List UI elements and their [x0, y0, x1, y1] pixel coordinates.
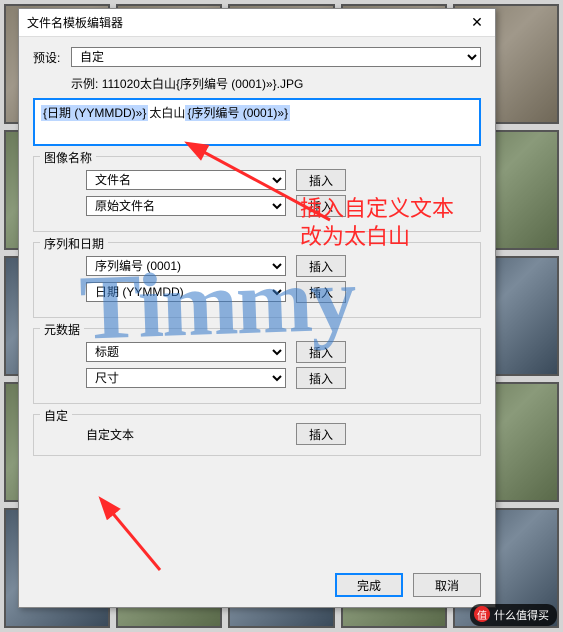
dimensions-select[interactable]: 尺寸: [86, 368, 286, 388]
template-input[interactable]: {日期 (YYMMDD)»}太白山{序列编号 (0001)»}: [33, 98, 481, 146]
cancel-button[interactable]: 取消: [413, 573, 481, 597]
group-image-name: 图像名称 文件名 插入 原始文件名 插入: [33, 156, 481, 232]
group-label: 图像名称: [40, 149, 96, 166]
close-icon[interactable]: ✕: [467, 14, 487, 31]
example-line: 示例: 111020太白山{序列编号 (0001)»}.JPG: [71, 75, 481, 92]
insert-button[interactable]: 插入: [296, 281, 346, 303]
title-select[interactable]: 标题: [86, 342, 286, 362]
insert-button[interactable]: 插入: [296, 367, 346, 389]
group-label: 序列和日期: [40, 235, 108, 252]
group-label: 元数据: [40, 321, 84, 338]
group-metadata: 元数据 标题 插入 尺寸 插入: [33, 328, 481, 404]
group-label: 自定: [40, 407, 72, 424]
preset-label: 预设:: [33, 49, 71, 66]
token-text: 太白山: [149, 106, 185, 120]
insert-button[interactable]: 插入: [296, 195, 346, 217]
filename-select[interactable]: 文件名: [86, 170, 286, 190]
original-filename-select[interactable]: 原始文件名: [86, 196, 286, 216]
insert-button[interactable]: 插入: [296, 255, 346, 277]
insert-button[interactable]: 插入: [296, 169, 346, 191]
insert-button[interactable]: 插入: [296, 423, 346, 445]
group-custom: 自定 自定文本 插入: [33, 414, 481, 456]
group-sequence-date: 序列和日期 序列编号 (0001) 插入 日期 (YYMMDD) 插入: [33, 242, 481, 318]
insert-button[interactable]: 插入: [296, 341, 346, 363]
custom-text-label: 自定文本: [86, 426, 286, 443]
token-sequence: {序列编号 (0001)»}: [185, 105, 290, 121]
token-date: {日期 (YYMMDD)»}: [41, 105, 148, 121]
done-button[interactable]: 完成: [335, 573, 403, 597]
dialog-title: 文件名模板编辑器: [27, 14, 467, 31]
site-badge: 什么值得买: [470, 604, 557, 626]
filename-template-editor-dialog: 文件名模板编辑器 ✕ 预设: 自定 示例: 111020太白山{序列编号 (00…: [18, 8, 496, 608]
dialog-titlebar: 文件名模板编辑器 ✕: [19, 9, 495, 37]
sequence-select[interactable]: 序列编号 (0001): [86, 256, 286, 276]
date-select[interactable]: 日期 (YYMMDD): [86, 282, 286, 302]
preset-select[interactable]: 自定: [71, 47, 481, 67]
